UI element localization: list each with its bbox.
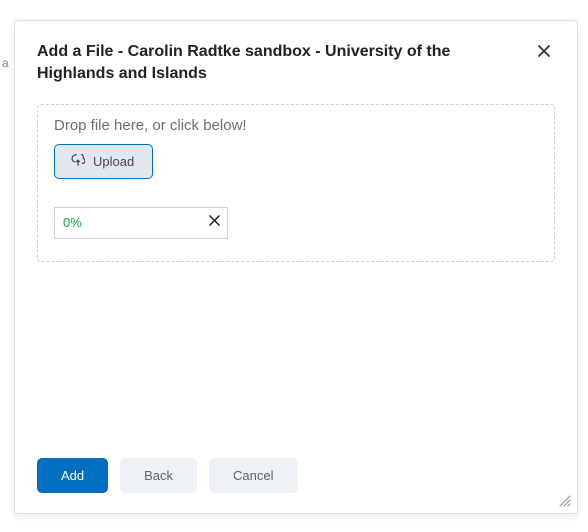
remove-file-button[interactable] [208,214,221,232]
dialog-body: Drop file here, or click below! Upload 0… [15,96,577,458]
upload-progress: 0% [54,207,228,239]
dialog-title: Add a File - Carolin Radtke sandbox - Un… [37,41,533,86]
dropzone-instruction: Drop file here, or click below! [54,117,538,134]
remove-icon [208,214,221,231]
upload-button-label: Upload [93,154,134,169]
add-file-dialog: Add a File - Carolin Radtke sandbox - Un… [14,20,578,514]
dialog-header: Add a File - Carolin Radtke sandbox - Un… [15,21,577,96]
upload-icon [71,154,85,168]
background-text: a [2,56,9,70]
back-button[interactable]: Back [120,458,197,493]
upload-progress-row: 0% [54,207,538,239]
dialog-footer: Add Back Cancel [15,458,577,513]
file-dropzone[interactable]: Drop file here, or click below! Upload 0… [37,104,555,262]
add-button[interactable]: Add [37,458,108,493]
upload-button[interactable]: Upload [54,144,153,179]
close-button[interactable] [533,41,555,63]
close-icon [537,42,551,62]
resize-handle[interactable] [557,493,571,507]
cancel-button[interactable]: Cancel [209,458,297,493]
